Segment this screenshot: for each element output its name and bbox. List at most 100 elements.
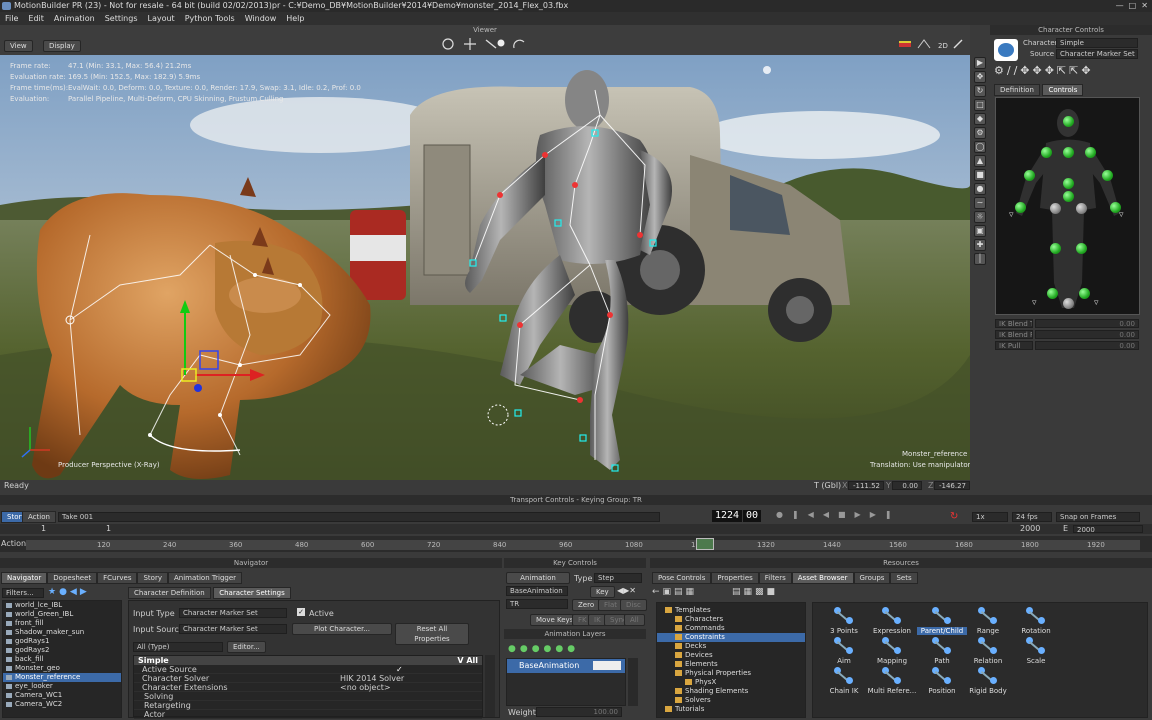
source-select[interactable]: Character Marker Set	[1056, 49, 1138, 59]
asset-tree-item[interactable]: Tutorials	[657, 705, 805, 714]
active-source-checkbox[interactable]: ✓	[396, 665, 403, 674]
right-ankle-effector[interactable]	[1079, 288, 1090, 299]
scene-tree-item[interactable]: eye_looker	[3, 682, 121, 691]
manipulator-tools[interactable]	[440, 36, 530, 52]
property-row[interactable]: Solving	[134, 692, 482, 701]
tab-groups[interactable]: Groups	[853, 572, 891, 584]
hips-effector[interactable]	[1063, 191, 1074, 202]
y-coordinate-field[interactable]: 0.00	[892, 481, 922, 490]
globe-icon[interactable]: ◯	[974, 141, 986, 153]
navigator-toolbar[interactable]: ★●◀▶	[48, 587, 90, 597]
left-knee-effector[interactable]	[1050, 243, 1061, 254]
constraint-item[interactable]: Multi Refere...	[867, 667, 917, 695]
right-shoulder-effector[interactable]	[1085, 147, 1096, 158]
sphere-icon[interactable]: ●	[974, 183, 986, 195]
scene-tree-item[interactable]: Monster_reference	[3, 673, 121, 682]
property-scrollbar[interactable]	[485, 655, 495, 717]
x-coordinate-field[interactable]: -111.52	[848, 481, 884, 490]
right-hand-menu-icon[interactable]: ▿	[1119, 210, 1124, 220]
tab-story[interactable]: Story	[137, 572, 168, 584]
constraint-item[interactable]: Path	[917, 637, 967, 665]
scale-icon[interactable]: □	[974, 99, 986, 111]
character-figure-view[interactable]: ▿ ▿ ▿ ▿	[995, 97, 1140, 315]
all-button[interactable]: All	[624, 614, 645, 626]
rotate-icon[interactable]: ↻	[974, 85, 986, 97]
constraint-item[interactable]: Aim	[819, 637, 869, 665]
left-elbow-effector[interactable]	[1024, 170, 1035, 181]
property-row[interactable]: Active Source ✓	[134, 665, 482, 674]
camera-icon[interactable]: ▣	[974, 225, 986, 237]
ik-pull-slider[interactable]: 0.00	[1035, 341, 1139, 350]
asset-tree-item[interactable]: Solvers	[657, 696, 805, 705]
bone-icon[interactable]: │	[974, 253, 986, 265]
key-type-select[interactable]: Step	[594, 573, 642, 583]
loop-icon[interactable]: ↻	[950, 511, 958, 522]
tab-dopesheet[interactable]: Dopesheet	[47, 572, 98, 584]
keying-group-select[interactable]: TR	[506, 599, 568, 609]
scene-tree-item[interactable]: front_fill	[3, 619, 121, 628]
asset-tree-item[interactable]: Decks	[657, 642, 805, 651]
left-foot-menu-icon[interactable]: ▿	[1032, 298, 1037, 308]
left-hand-menu-icon[interactable]: ▿	[1009, 210, 1014, 220]
chest-effector[interactable]	[1063, 147, 1074, 158]
asset-tree[interactable]: Templates Characters Commands Constraints De…	[656, 602, 806, 718]
resources-toolbar[interactable]: ←▣▤▦	[652, 587, 697, 597]
viewer-display-tools[interactable]: 2D	[896, 36, 970, 52]
tab-properties[interactable]: Properties	[711, 572, 759, 584]
scene-tree-item[interactable]: Camera_WC1	[3, 691, 121, 700]
asset-tree-item[interactable]: Elements	[657, 660, 805, 669]
curve-icon[interactable]: ∼	[974, 197, 986, 209]
constraint-item[interactable]: Scale	[1011, 637, 1061, 665]
input-source-select[interactable]: Character Marker Set	[179, 624, 287, 634]
pointer-icon[interactable]: ▶	[974, 57, 986, 69]
cube-icon[interactable]: ■	[974, 169, 986, 181]
menu-item-layout[interactable]: Layout	[148, 14, 175, 23]
view-menu-button[interactable]: View	[4, 40, 33, 52]
asset-tree-item[interactable]: Shading Elements	[657, 687, 805, 696]
asset-tree-item[interactable]: Commands	[657, 624, 805, 633]
constraint-item[interactable]: Rigid Body	[963, 667, 1013, 695]
scene-tree-item[interactable]: world_Green_IBL	[3, 610, 121, 619]
asset-tree-item[interactable]: Devices	[657, 651, 805, 660]
property-value[interactable]: <no object>	[340, 683, 391, 692]
right-knee-effector[interactable]	[1076, 243, 1087, 254]
3d-viewport[interactable]: Frame rate: 47.1 (Min: 33.1, Max: 56.4) 2…	[0, 55, 970, 480]
tab-character-definition[interactable]: Character Definition	[128, 587, 211, 599]
menu-item-help[interactable]: Help	[286, 14, 304, 23]
constraint-item[interactable]: Range	[963, 607, 1013, 635]
menu-item-edit[interactable]: Edit	[28, 14, 44, 23]
ik-blend-t-slider[interactable]: 0.00	[1035, 319, 1139, 328]
head-effector[interactable]	[1063, 116, 1074, 127]
tab-definition[interactable]: Definition	[994, 84, 1040, 96]
scene-tree-item[interactable]: Monster_geo	[3, 664, 121, 673]
tab-asset-browser[interactable]: Asset Browser	[791, 572, 854, 584]
constraint-item[interactable]: 3 Points	[819, 607, 869, 635]
property-group-view-all[interactable]: V All	[457, 656, 478, 665]
reference-effector[interactable]	[1063, 298, 1074, 309]
constraint-item[interactable]: Position	[917, 667, 967, 695]
layer-scrollbar[interactable]	[628, 658, 638, 706]
display-menu-button[interactable]: Display	[43, 40, 81, 52]
z-coordinate-field[interactable]: -146.27	[934, 481, 970, 490]
property-value[interactable]: HIK 2014 Solver	[340, 674, 404, 683]
property-row[interactable]: Character Extensions <no object>	[134, 683, 482, 692]
scene-tree-item[interactable]: Camera_WC2	[3, 700, 121, 709]
scene-tree-item[interactable]: world_lce_IBL	[3, 601, 121, 610]
active-checkbox[interactable]: ✓	[297, 608, 305, 616]
filters-button[interactable]: Filters...	[2, 588, 44, 598]
layer-toolbar[interactable]: ●●●●●●	[508, 644, 579, 654]
editor-button[interactable]: Editor...	[227, 641, 266, 653]
constraint-item[interactable]: Expression	[867, 607, 917, 635]
right-elbow-effector[interactable]	[1102, 170, 1113, 181]
tab-pose-controls[interactable]: Pose Controls	[652, 572, 712, 584]
tab-filters[interactable]: Filters	[758, 572, 792, 584]
left-hip-effector[interactable]	[1050, 203, 1061, 214]
light-icon[interactable]: ☼	[974, 211, 986, 223]
menu-item-window[interactable]: Window	[245, 14, 277, 23]
property-row[interactable]: Retargeting	[134, 701, 482, 710]
property-row[interactable]: Actor	[134, 710, 482, 719]
plot-character-button[interactable]: Plot Character...	[292, 623, 392, 635]
right-foot-menu-icon[interactable]: ▿	[1094, 298, 1099, 308]
layer-state-icons[interactable]	[593, 661, 621, 670]
constraint-item[interactable]: Mapping	[867, 637, 917, 665]
